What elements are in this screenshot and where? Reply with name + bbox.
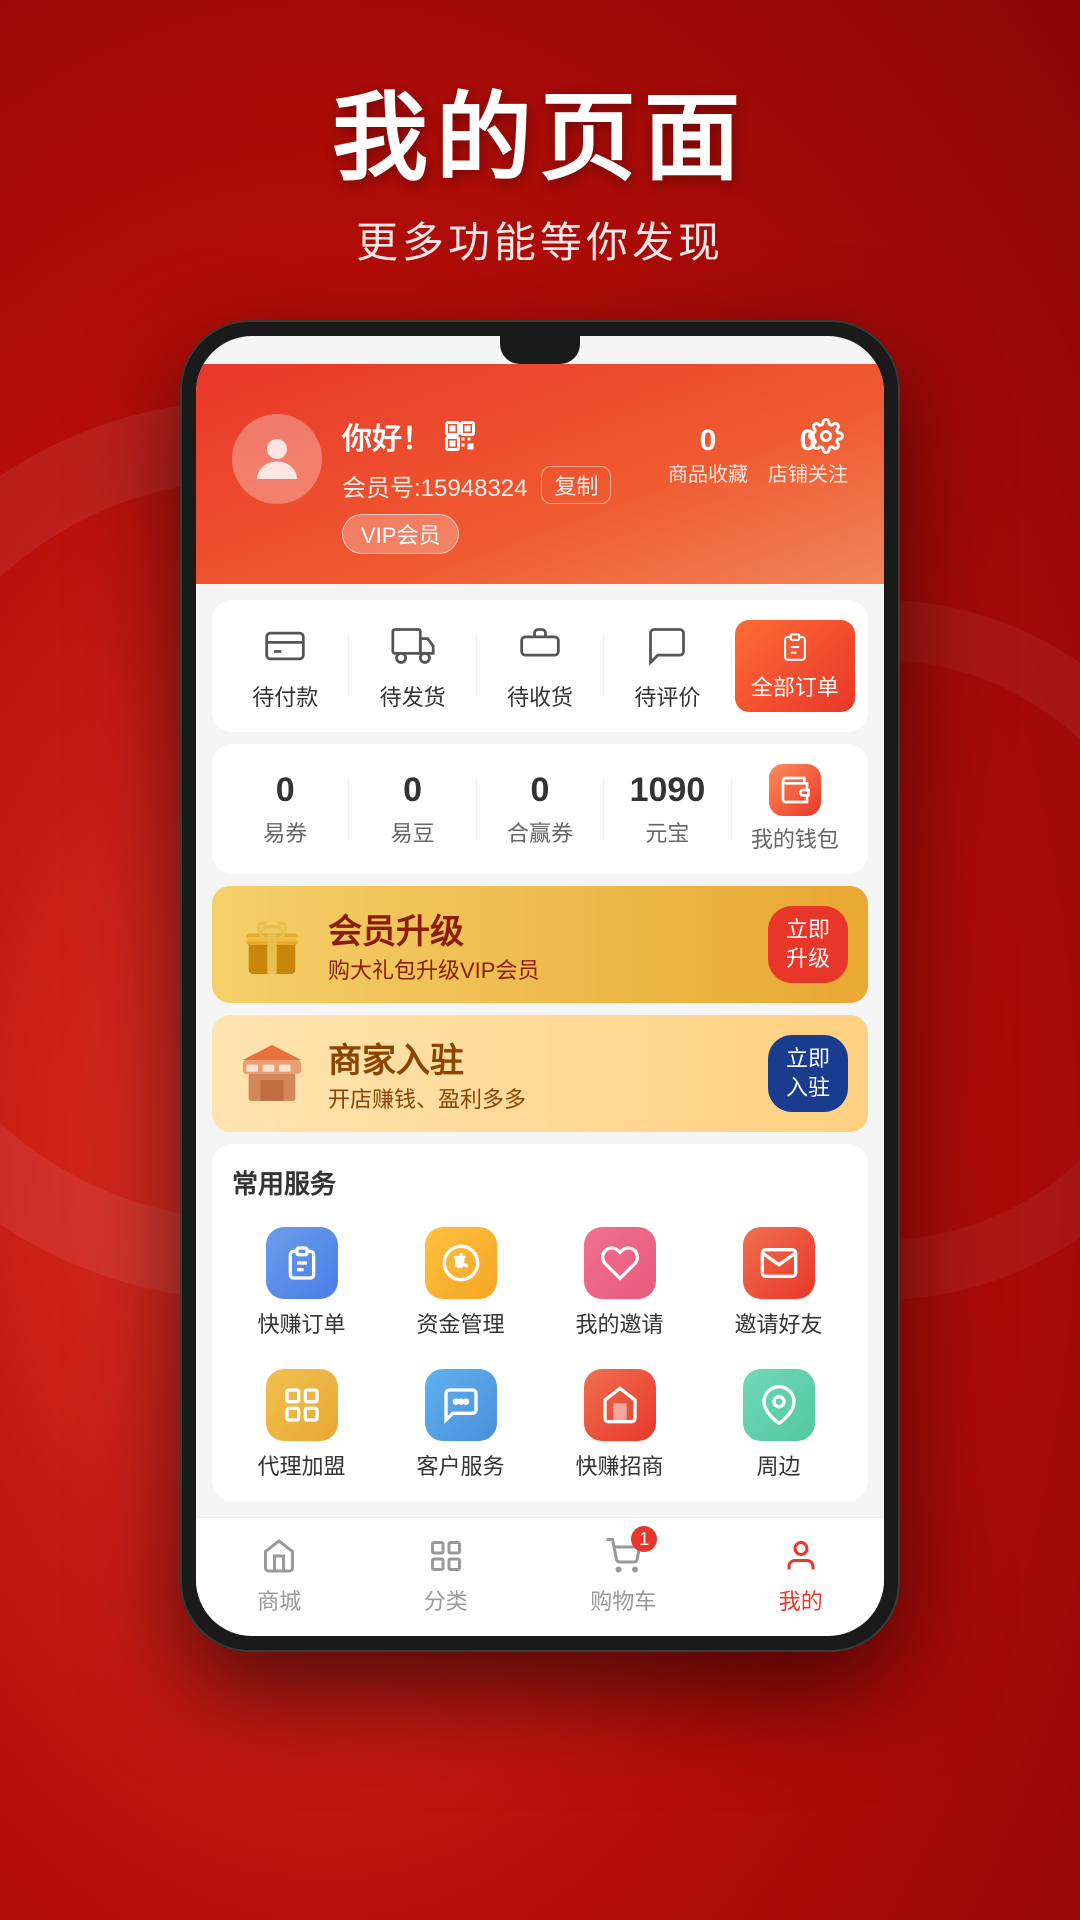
wallet-card: 0 易券 0 易豆 0 合赢券 [212, 744, 868, 874]
service-label-3: 邀请好友 [734, 1307, 822, 1339]
banner-merchant-desc: 开店赚钱、盈利多多 [328, 1082, 752, 1114]
service-label-4: 代理加盟 [257, 1449, 345, 1481]
settings-icon[interactable] [804, 414, 848, 458]
order-item-pending-payment[interactable]: 待付款 [222, 620, 348, 712]
member-id: 会员号:15948324 [342, 468, 527, 503]
vip-badge: VIP会员 [342, 514, 459, 554]
wallet-item-beans[interactable]: 0 易豆 [349, 771, 475, 848]
service-item-2[interactable]: 我的邀请 [540, 1217, 699, 1349]
services-section: 常用服务 快赚订 [212, 1144, 868, 1501]
nav-label-mine: 我的 [779, 1584, 823, 1616]
wallet-item-coupon[interactable]: 0 易券 [222, 771, 348, 848]
banner-vip-button[interactable]: 立即升级 [768, 906, 848, 983]
order-item-pending-review[interactable]: 待评价 [604, 620, 730, 712]
service-item-5[interactable]: 客户服务 [381, 1359, 540, 1491]
service-label-6: 快赚招商 [575, 1449, 663, 1481]
banner-merchant-button[interactable]: 立即入驻 [768, 1035, 848, 1112]
services-title: 常用服务 [222, 1164, 858, 1217]
service-label-7: 周边 [756, 1449, 800, 1481]
service-label-1: 资金管理 [416, 1307, 504, 1339]
page-title-sub: 更多功能等你发现 [0, 209, 1080, 270]
service-item-3[interactable]: 邀请好友 [699, 1217, 858, 1349]
wallet-label: 我的钱包 [751, 822, 839, 854]
nav-label-cart: 购物车 [590, 1584, 656, 1616]
wallet-icon-item[interactable]: 我的钱包 [732, 764, 858, 854]
bottom-nav: 商城 分类 [196, 1517, 884, 1636]
banner-vip-title: 会员升级 [328, 904, 752, 953]
profile-greeting: 你好！ [342, 414, 432, 458]
svg-text:¥: ¥ [456, 1254, 464, 1269]
banner-merchant[interactable]: 商家入驻 开店赚钱、盈利多多 立即入驻 [212, 1015, 868, 1132]
service-label-5: 客户服务 [416, 1449, 504, 1481]
order-label-pending-receive: 待收货 [507, 680, 573, 712]
profile-header: 你好！ [196, 364, 884, 584]
orders-card: 待付款 [212, 600, 868, 732]
banner-vip-desc: 购大礼包升级VIP会员 [328, 953, 752, 985]
page-title-main: 我的页面 [0, 60, 1080, 199]
order-label-pending-ship: 待发货 [380, 680, 446, 712]
nav-label-category: 分类 [424, 1584, 468, 1616]
service-item-0[interactable]: 快赚订单 [222, 1217, 381, 1349]
order-item-pending-ship[interactable]: 待发货 [349, 620, 475, 712]
nav-item-mine[interactable]: 我的 [779, 1534, 823, 1616]
stat-item-favorites[interactable]: 0 商品收藏 [668, 424, 748, 487]
phone-outer: 你好！ [180, 320, 900, 1652]
banner-vip[interactable]: 会员升级 购大礼包升级VIP会员 立即升级 [212, 886, 868, 1003]
service-label-2: 我的邀请 [575, 1307, 663, 1339]
service-item-7[interactable]: 周边 [699, 1359, 858, 1491]
nav-label-home: 商城 [257, 1584, 301, 1616]
order-label-pending-review: 待评价 [634, 680, 700, 712]
nav-item-category[interactable]: 分类 [424, 1534, 468, 1616]
avatar[interactable] [232, 414, 322, 504]
phone-wrapper: 你好！ [180, 320, 900, 1652]
copy-button[interactable]: 复制 [541, 466, 611, 504]
order-item-all[interactable]: 全部订单 [732, 620, 858, 712]
all-orders-label: 全部订单 [751, 670, 839, 702]
order-label-pending-payment: 待付款 [252, 680, 318, 712]
banner-merchant-title: 商家入驻 [328, 1033, 752, 1082]
nav-item-home[interactable]: 商城 [257, 1534, 301, 1616]
page-title-area: 我的页面 更多功能等你发现 [0, 60, 1080, 270]
wallet-item-yuanbao[interactable]: 1090 元宝 [604, 771, 730, 848]
phone-screen: 你好！ [196, 336, 884, 1636]
service-item-1[interactable]: ¥ 资金管理 [381, 1217, 540, 1349]
service-label-0: 快赚订单 [257, 1307, 345, 1339]
phone-notch [500, 336, 580, 364]
service-item-6[interactable]: 快赚招商 [540, 1359, 699, 1491]
service-item-4[interactable]: 代理加盟 [222, 1359, 381, 1491]
order-item-pending-receive[interactable]: 待收货 [477, 620, 603, 712]
nav-item-cart[interactable]: 1 购物车 [590, 1534, 656, 1616]
services-grid: 快赚订单 ¥ [222, 1217, 858, 1491]
wallet-item-heying[interactable]: 0 合赢券 [477, 771, 603, 848]
cart-badge: 1 [631, 1526, 657, 1552]
qr-icon[interactable] [442, 418, 478, 454]
